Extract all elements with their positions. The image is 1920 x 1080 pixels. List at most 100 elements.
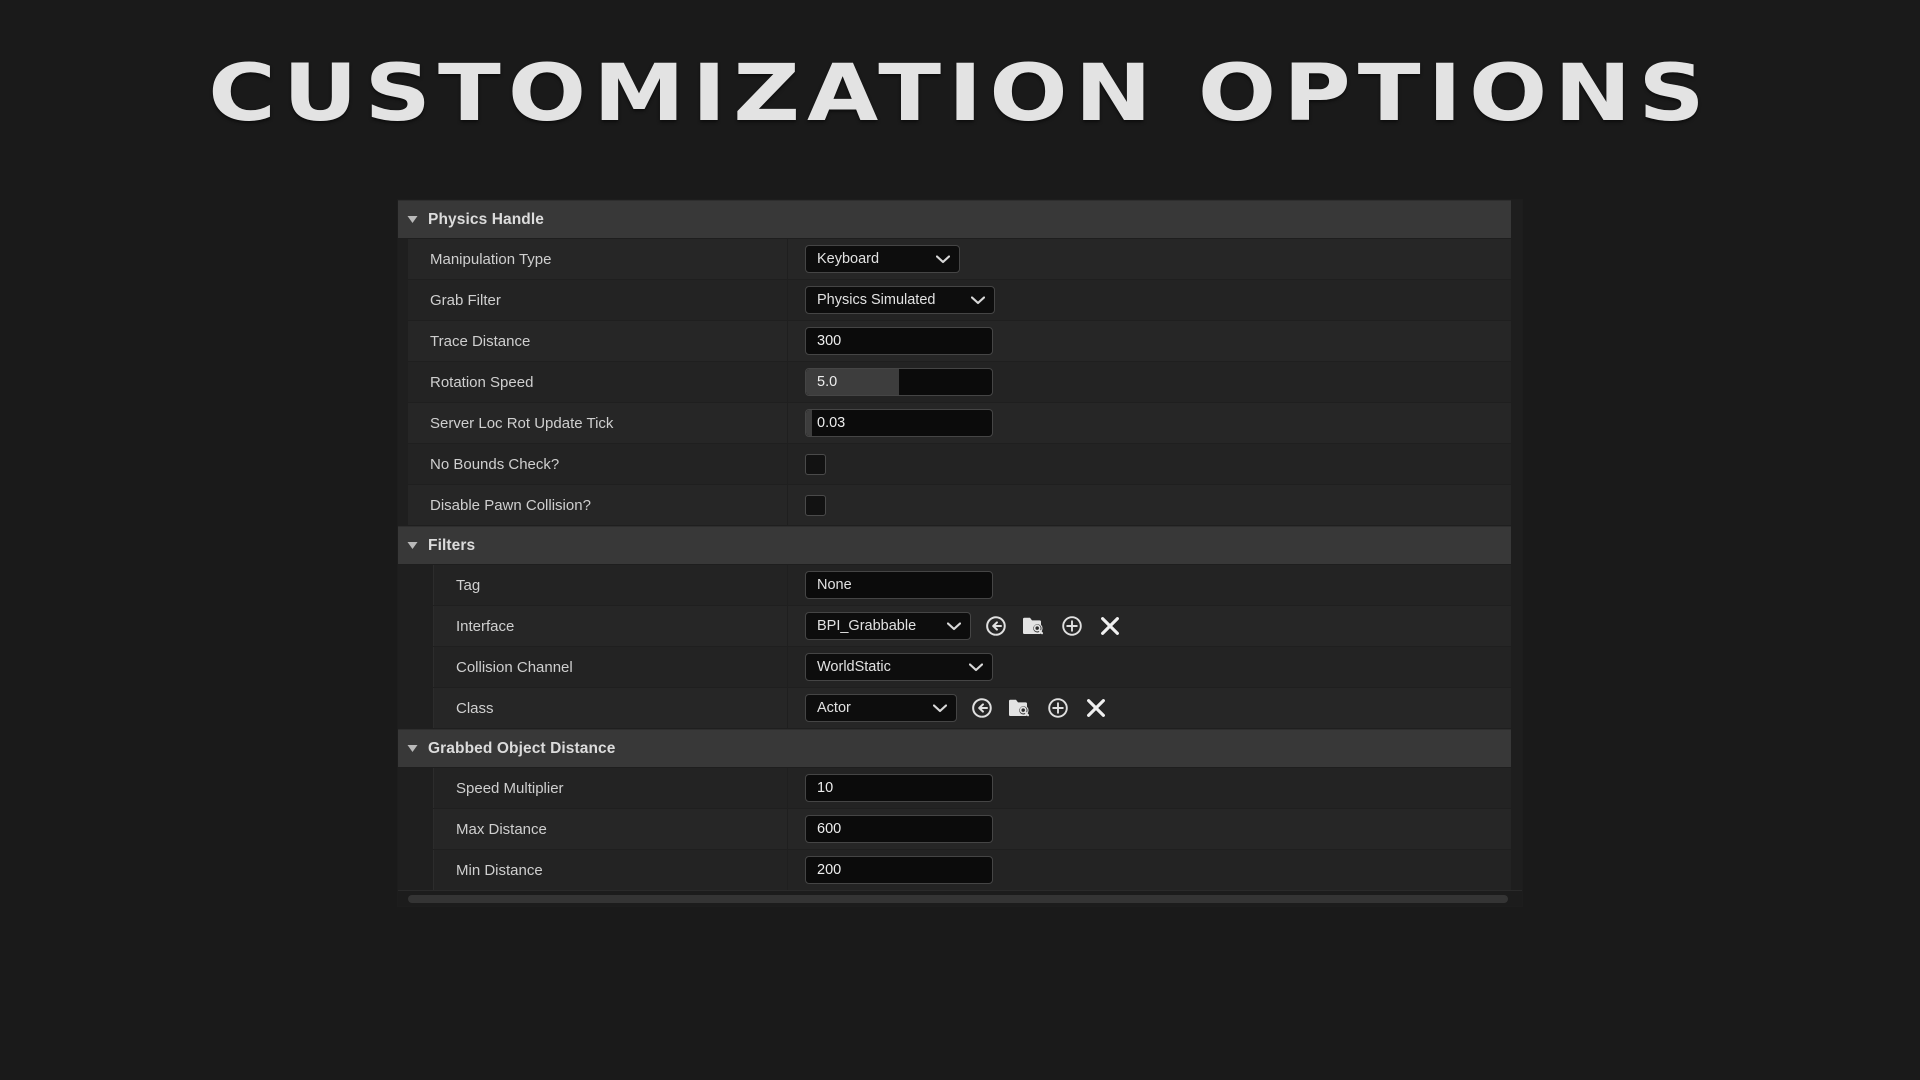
manipulation-type-value: Keyboard (817, 251, 880, 267)
disable-pawn-collision-checkbox[interactable] (805, 494, 826, 516)
section-title: Physics Handle (428, 210, 544, 228)
clear-x-icon[interactable] (1083, 695, 1109, 721)
property-label: Grab Filter (430, 291, 501, 309)
speed-multiplier-field[interactable]: 10 (805, 774, 993, 802)
property-row-server-loc-rot-update-tick: Server Loc Rot Update Tick 0.03 (398, 403, 1522, 444)
horizontal-scrollbar[interactable] (398, 890, 1522, 906)
tree-gutter (398, 606, 408, 646)
property-label: Disable Pawn Collision? (430, 496, 591, 514)
property-name-cell: Server Loc Rot Update Tick (408, 403, 788, 443)
triangle-down-icon[interactable] (407, 215, 418, 224)
min-distance-value: 200 (817, 862, 842, 878)
tree-indent-rail (408, 809, 434, 849)
tree-gutter (398, 565, 408, 605)
property-value-cell: 600 (788, 809, 1522, 849)
section-title: Grabbed Object Distance (428, 739, 616, 757)
horizontal-scrollbar-thumb[interactable] (408, 895, 1508, 903)
class-dropdown[interactable]: Actor (805, 694, 957, 722)
property-value-cell (788, 444, 1522, 484)
tree-gutter (398, 809, 408, 849)
tree-gutter (398, 239, 408, 279)
property-name-cell: Speed Multiplier (434, 768, 788, 808)
property-name-cell: Collision Channel (434, 647, 788, 687)
add-circle-icon[interactable] (1045, 695, 1071, 721)
use-selected-asset-icon[interactable] (983, 613, 1009, 639)
property-value-cell: 10 (788, 768, 1522, 808)
tree-indent-rail (408, 768, 434, 808)
browse-asset-icon[interactable] (1021, 613, 1047, 639)
min-distance-field[interactable]: 200 (805, 856, 993, 884)
property-value-cell: WorldStatic (788, 647, 1522, 687)
rotation-speed-field[interactable]: 5.0 (805, 368, 993, 396)
server-loc-rot-update-tick-value: 0.03 (817, 415, 846, 431)
property-row-class: Class Actor (398, 688, 1522, 729)
section-title: Filters (428, 536, 476, 554)
tree-gutter (398, 362, 408, 402)
tree-gutter (398, 647, 408, 687)
vertical-scrollbar[interactable] (1511, 200, 1522, 890)
section-header-grabbed-object-distance[interactable]: Grabbed Object Distance (398, 729, 1522, 768)
manipulation-type-dropdown[interactable]: Keyboard (805, 245, 960, 273)
property-name-cell: Rotation Speed (408, 362, 788, 402)
property-label: No Bounds Check? (430, 455, 560, 473)
property-row-min-distance: Min Distance 200 (398, 850, 1522, 891)
property-label: Max Distance (456, 820, 547, 838)
property-label: Rotation Speed (430, 373, 534, 391)
property-name-cell: Tag (434, 565, 788, 605)
property-name-cell: No Bounds Check? (408, 444, 788, 484)
trace-distance-field[interactable]: 300 (805, 327, 993, 355)
clear-x-icon[interactable] (1097, 613, 1123, 639)
max-distance-field[interactable]: 600 (805, 815, 993, 843)
property-name-cell: Disable Pawn Collision? (408, 485, 788, 525)
property-value-cell: Physics Simulated (788, 280, 1522, 320)
details-panel-body: Physics Handle Manipulation Type Keyboard G… (398, 200, 1522, 891)
tree-indent-rail (408, 850, 434, 890)
property-row-rotation-speed: Rotation Speed 5.0 (398, 362, 1522, 403)
grab-filter-value: Physics Simulated (817, 292, 936, 308)
max-distance-value: 600 (817, 821, 842, 837)
tree-indent-rail (408, 647, 434, 687)
property-label: Server Loc Rot Update Tick (430, 414, 614, 432)
no-bounds-check-checkbox[interactable] (805, 453, 826, 475)
interface-dropdown[interactable]: BPI_Grabbable (805, 612, 971, 640)
property-name-cell: Class (434, 688, 788, 728)
interface-value: BPI_Grabbable (817, 618, 917, 634)
property-name-cell: Trace Distance (408, 321, 788, 361)
tree-indent-rail (408, 688, 434, 728)
property-row-no-bounds-check: No Bounds Check? (398, 444, 1522, 485)
browse-asset-icon[interactable] (1007, 695, 1033, 721)
section-header-physics-handle[interactable]: Physics Handle (398, 200, 1522, 239)
tree-gutter (398, 850, 408, 890)
page-title: CUSTOMIZATION OPTIONS (208, 49, 1712, 139)
property-value-cell: BPI_Grabbable (788, 606, 1522, 646)
tag-input[interactable]: None (805, 571, 993, 599)
triangle-down-icon[interactable] (407, 541, 418, 550)
property-row-disable-pawn-collision: Disable Pawn Collision? (398, 485, 1522, 526)
collision-channel-value: WorldStatic (817, 659, 891, 675)
property-name-cell: Grab Filter (408, 280, 788, 320)
use-selected-asset-icon[interactable] (969, 695, 995, 721)
property-row-speed-multiplier: Speed Multiplier 10 (398, 768, 1522, 809)
property-label: Speed Multiplier (456, 779, 564, 797)
class-value: Actor (817, 700, 851, 716)
property-value-cell: 0.03 (788, 403, 1522, 443)
server-loc-rot-update-tick-field[interactable]: 0.03 (805, 409, 993, 437)
property-value-cell: 5.0 (788, 362, 1522, 402)
property-value-cell: 200 (788, 850, 1522, 890)
property-value-cell: Keyboard (788, 239, 1522, 279)
tree-gutter (398, 485, 408, 525)
grab-filter-dropdown[interactable]: Physics Simulated (805, 286, 995, 314)
section-header-filters[interactable]: Filters (398, 526, 1522, 565)
triangle-down-icon[interactable] (407, 744, 418, 753)
property-row-grab-filter: Grab Filter Physics Simulated (398, 280, 1522, 321)
speed-multiplier-value: 10 (817, 780, 834, 796)
tag-value: None (817, 577, 852, 593)
trace-distance-value: 300 (817, 333, 842, 349)
property-label: Min Distance (456, 861, 543, 879)
collision-channel-dropdown[interactable]: WorldStatic (805, 653, 993, 681)
details-panel: Physics Handle Manipulation Type Keyboard G… (398, 200, 1522, 906)
property-label: Collision Channel (456, 658, 573, 676)
property-name-cell: Interface (434, 606, 788, 646)
add-circle-icon[interactable] (1059, 613, 1085, 639)
property-row-trace-distance: Trace Distance 300 (398, 321, 1522, 362)
